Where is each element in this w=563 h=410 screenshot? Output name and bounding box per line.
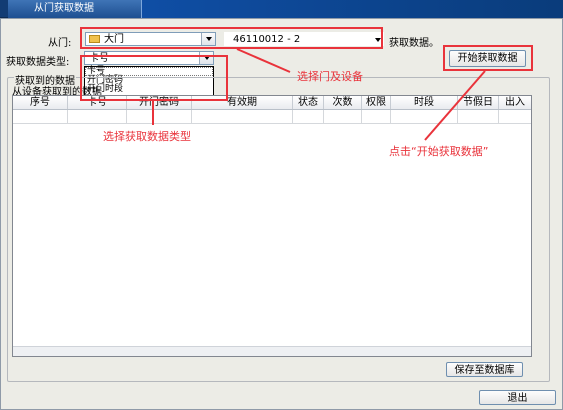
arrow-line-start — [424, 70, 486, 141]
annotation-arrows — [152, 48, 486, 141]
arrow-line-door — [236, 48, 291, 73]
annotation-select-type: 选择获取数据类型 — [103, 130, 191, 143]
annotation-select-door: 选择门及设备 — [297, 70, 363, 83]
annotation-click-start: 点击“开始获取数据” — [389, 145, 489, 158]
